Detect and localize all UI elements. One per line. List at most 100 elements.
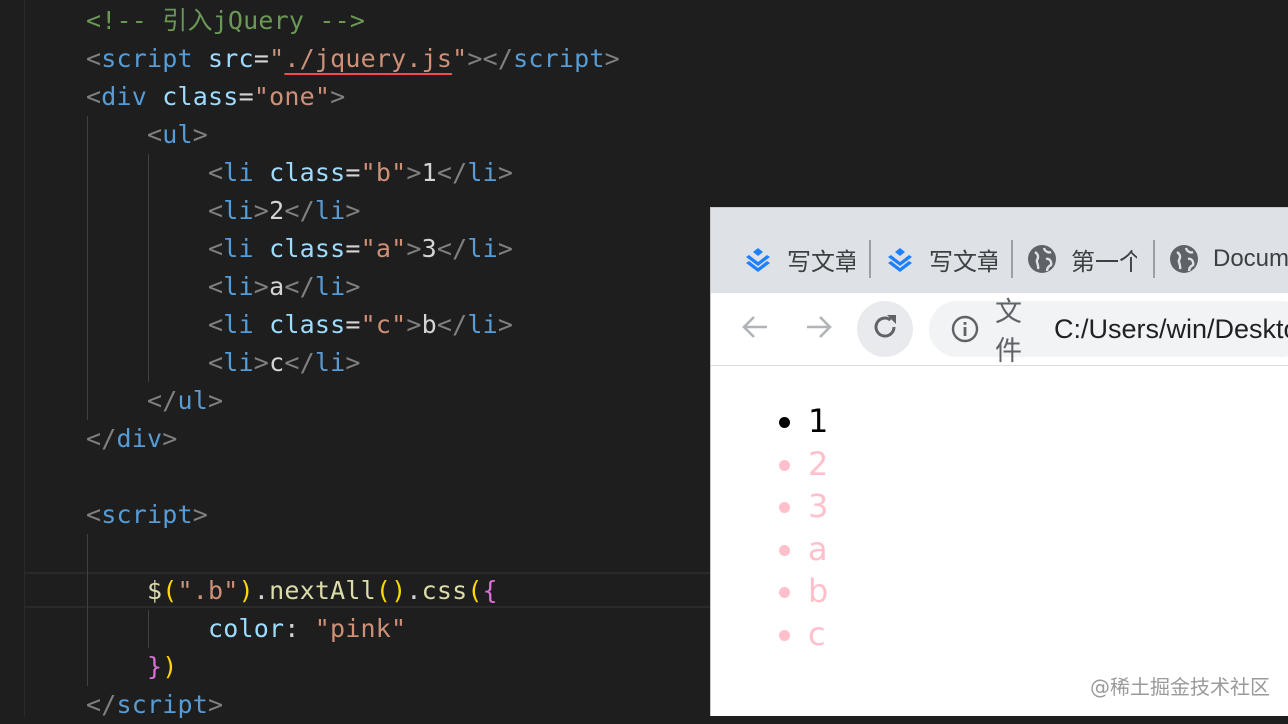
code-token: 3	[421, 234, 437, 263]
code-token: <	[208, 234, 224, 263]
juejin-logo-icon	[883, 242, 917, 276]
forward-button[interactable]	[793, 303, 845, 355]
code-token: =	[345, 234, 361, 263]
code-token: "a"	[360, 234, 407, 263]
code-line: <ul>	[86, 116, 208, 154]
code-token: =	[345, 310, 361, 339]
code-token: </	[147, 386, 178, 415]
code-token: ".b"	[177, 576, 239, 605]
reload-button[interactable]	[857, 301, 913, 357]
code-line: </div>	[86, 420, 178, 458]
code-line: <li>c</li>	[86, 344, 361, 382]
code-token: >	[208, 386, 224, 415]
code-token: >	[406, 310, 422, 339]
page-content: 1 2 3 abc	[711, 366, 1288, 716]
code-token: =	[238, 82, 254, 111]
code-token: ()	[375, 576, 407, 605]
reload-icon	[870, 312, 900, 347]
code-token: <	[86, 44, 102, 73]
code-token: li	[223, 272, 254, 301]
tab-separator	[869, 240, 871, 278]
code-token: li	[467, 310, 498, 339]
code-token: div	[116, 424, 163, 453]
back-button[interactable]	[729, 303, 781, 355]
code-token: $	[147, 576, 163, 605]
url-scheme-label: 文件	[995, 297, 1022, 366]
code-line: color: "pink"	[86, 610, 406, 648]
code-line: <script>	[86, 496, 208, 534]
code-token: </	[436, 158, 468, 187]
code-token: }	[147, 652, 163, 681]
bullet-icon	[779, 502, 790, 513]
code-token: nextAll	[269, 576, 376, 605]
list-item: c	[777, 613, 828, 656]
code-token: ul	[162, 120, 193, 149]
code-line: <li>a</li>	[86, 268, 361, 306]
code-token: a	[269, 272, 285, 301]
tab-0[interactable]: 写文章	[741, 234, 871, 284]
code-token: (	[162, 576, 178, 605]
code-token: src	[208, 44, 254, 73]
code-line: </script>	[86, 686, 223, 724]
code-token: >	[406, 234, 422, 263]
code-token: css	[421, 576, 468, 605]
bullet-icon	[779, 629, 790, 641]
tab-3[interactable]: Document	[1167, 234, 1288, 284]
code-line: <div class="one">	[86, 78, 345, 116]
code-token: <	[208, 310, 224, 339]
code-token: "pink"	[314, 614, 407, 643]
browser-window: 写文章 写文章 第一个 Document	[710, 207, 1288, 716]
code-token: </	[284, 348, 315, 377]
code-token: li	[223, 196, 254, 225]
code-token: >	[208, 690, 224, 719]
bullet-icon	[779, 417, 790, 428]
list-item-text: b	[808, 572, 829, 610]
address-bar[interactable]: 文件 C:/Users/win/Desktop	[929, 297, 1288, 366]
list-item: 2	[777, 443, 828, 486]
tab-separator	[1011, 240, 1013, 278]
globe-icon	[1167, 242, 1201, 276]
code-token: li	[467, 158, 498, 187]
tab-separator	[1153, 240, 1155, 278]
globe-icon	[1025, 242, 1059, 276]
code-token: >	[497, 310, 514, 339]
code-token: </	[284, 196, 315, 225]
list-item: a	[777, 528, 828, 571]
code-token: >	[192, 120, 209, 149]
code-token: )	[238, 576, 254, 605]
code-line: <li class="b">1</li>	[86, 154, 513, 192]
code-token: >	[497, 158, 514, 187]
browser-toolbar: 文件 C:/Users/win/Desktop	[711, 293, 1288, 366]
code-token: li	[223, 158, 254, 187]
code-line: <li>2</li>	[86, 192, 361, 230]
arrow-left-icon	[740, 312, 770, 347]
tab-label: Document	[1213, 245, 1288, 272]
code-token: >	[604, 44, 620, 73]
code-token: b	[421, 310, 437, 339]
code-token: </	[284, 272, 315, 301]
tab-2[interactable]: 第一个	[1025, 234, 1155, 284]
code-token: "b"	[360, 158, 407, 187]
code-token: ./jquery.js	[284, 44, 453, 73]
code-token: 2	[269, 196, 285, 225]
code-token: {	[482, 576, 498, 605]
info-icon[interactable]	[951, 315, 979, 343]
code-token: 1	[421, 158, 437, 187]
code-token: >	[253, 272, 270, 301]
url-text: C:/Users/win/Desktop	[1054, 313, 1288, 344]
tab-1[interactable]: 写文章	[883, 234, 1013, 284]
code-token: =	[253, 44, 270, 73]
tab-label: 写文章	[929, 248, 997, 276]
code-token: li	[314, 272, 346, 301]
